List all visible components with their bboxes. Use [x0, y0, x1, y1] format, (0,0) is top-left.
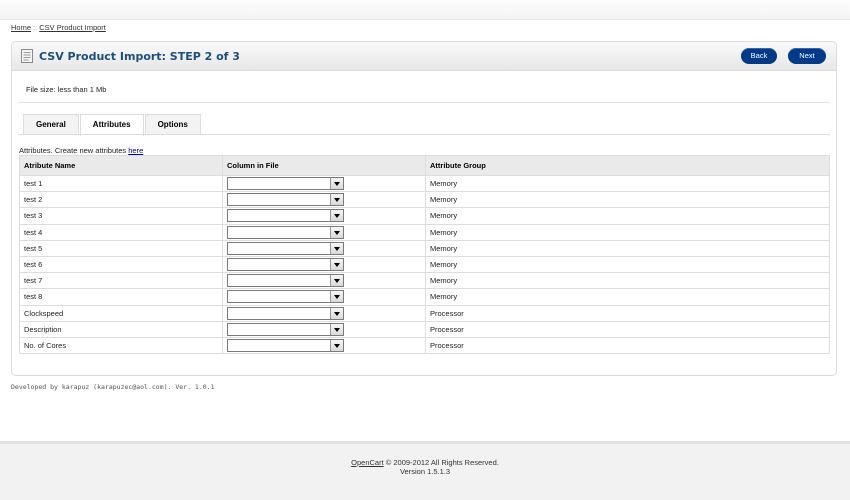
chevron-down-icon[interactable] [330, 259, 343, 271]
document-icon [21, 49, 33, 63]
attribute-name-cell: test 5 [19, 239, 223, 257]
column-select[interactable] [227, 209, 344, 223]
next-button[interactable]: Next [788, 48, 826, 64]
panel-heading: CSV Product Import: STEP 2 of 3 Back Nex… [12, 42, 836, 71]
attribute-name-cell: test 4 [19, 223, 223, 241]
table-row: No. of Cores Processor [19, 336, 830, 355]
attribute-name-cell: test 1 [19, 174, 223, 193]
attribute-name-cell: test 2 [19, 191, 223, 209]
tab-bar: General Attributes Options [23, 114, 202, 136]
breadcrumb-separator: :: [33, 23, 38, 32]
table-row: test 2 Memory [19, 191, 830, 209]
column-select-cell [222, 288, 426, 306]
attribute-group-cell: Memory [425, 272, 830, 290]
tab-options[interactable]: Options [144, 114, 201, 135]
create-attributes-link[interactable]: here [128, 146, 143, 155]
copyright-text: © 2009-2012 All Rights Reserved. [383, 458, 499, 467]
attribute-name-cell: Clockspeed [19, 304, 223, 322]
chevron-down-icon[interactable] [330, 194, 343, 206]
opencart-link[interactable]: OpenCart [351, 458, 384, 467]
header-attribute-group: Attribute Group [425, 155, 830, 176]
attribute-name-cell: No. of Cores [19, 336, 223, 355]
attribute-group-cell: Memory [425, 191, 830, 209]
column-select-cell [222, 207, 426, 225]
column-select-cell [222, 304, 426, 322]
column-select[interactable] [227, 193, 344, 207]
attribute-group-cell: Processor [425, 320, 830, 338]
attribute-group-cell: Memory [425, 174, 830, 193]
chevron-down-icon[interactable] [330, 178, 343, 190]
file-size-note: File size: less than 1 Mb [26, 85, 107, 94]
table-row: test 5 Memory [19, 239, 830, 257]
attribute-name-cell: test 3 [19, 207, 223, 225]
attributes-table-body: test 1 Memory test 2 Memory test 3 Memory test… [19, 174, 830, 355]
table-row: test 1 Memory [19, 174, 830, 193]
table-row: test 7 Memory [19, 272, 830, 290]
back-button[interactable]: Back [741, 48, 777, 64]
column-select[interactable] [227, 258, 344, 272]
column-select-cell [222, 336, 426, 355]
attributes-table: Atribute Name Column in File Attribute G… [19, 155, 830, 355]
column-select[interactable] [227, 322, 344, 336]
chevron-down-icon[interactable] [330, 242, 343, 254]
chevron-down-icon[interactable] [330, 226, 343, 238]
column-select-cell [222, 223, 426, 241]
column-select[interactable] [227, 274, 344, 288]
attributes-note: Attributes. Create new attributes here [19, 146, 143, 155]
header-attribute-name: Atribute Name [19, 155, 223, 176]
chevron-down-icon[interactable] [330, 323, 343, 335]
attribute-name-cell: test 8 [19, 288, 223, 306]
column-select[interactable] [227, 306, 344, 320]
table-header-row: Atribute Name Column in File Attribute G… [19, 155, 830, 176]
tab-general[interactable]: General [23, 114, 79, 135]
table-row: test 8 Memory [19, 288, 830, 306]
attribute-name-cell: Description [19, 320, 223, 338]
main-panel: CSV Product Import: STEP 2 of 3 Back Nex… [11, 41, 837, 376]
column-select-cell [222, 272, 426, 290]
table-row: test 3 Memory [19, 207, 830, 225]
footer: OpenCart © 2009-2012 All Rights Reserved… [0, 441, 850, 500]
chevron-down-icon[interactable] [330, 307, 343, 319]
attribute-group-cell: Processor [425, 336, 830, 355]
column-select[interactable] [227, 177, 344, 191]
table-row: test 4 Memory [19, 223, 830, 241]
chevron-down-icon[interactable] [330, 275, 343, 287]
column-select[interactable] [227, 290, 344, 304]
attribute-group-cell: Memory [425, 207, 830, 225]
page-title: CSV Product Import: STEP 2 of 3 [39, 50, 240, 63]
attribute-group-cell: Memory [425, 255, 830, 274]
breadcrumb-home-link[interactable]: Home [11, 23, 31, 32]
table-row: Description Processor [19, 320, 830, 338]
column-select-cell [222, 320, 426, 338]
attribute-group-cell: Memory [425, 223, 830, 241]
developer-credit: Developed by karapuz (karapuzec@aol.com)… [11, 383, 215, 391]
table-row: test 6 Memory [19, 255, 830, 274]
tab-attributes[interactable]: Attributes [79, 114, 144, 136]
tab-underline [18, 134, 830, 135]
chevron-down-icon[interactable] [330, 210, 343, 222]
attribute-group-cell: Processor [425, 304, 830, 322]
chevron-down-icon[interactable] [330, 291, 343, 303]
top-bar [0, 0, 850, 20]
attribute-name-cell: test 6 [19, 255, 223, 274]
chevron-down-icon[interactable] [330, 339, 343, 351]
breadcrumb: Home:: CSV Product Import [11, 23, 106, 32]
breadcrumb-current-link[interactable]: CSV Product Import [39, 23, 106, 32]
column-select-cell [222, 191, 426, 209]
attribute-group-cell: Memory [425, 288, 830, 306]
footer-version: Version 1.5.1.3 [399, 467, 451, 476]
footer-copyright: OpenCart © 2009-2012 All Rights Reserved… [0, 458, 850, 467]
header-column-in-file: Column in File [222, 155, 426, 176]
column-select-cell [222, 174, 426, 193]
attributes-note-text: Attributes. Create new attributes [19, 146, 127, 155]
divider [18, 102, 830, 103]
column-select[interactable] [227, 225, 344, 239]
attribute-name-cell: test 7 [19, 272, 223, 290]
column-select-cell [222, 255, 426, 274]
column-select[interactable] [227, 241, 344, 255]
attribute-group-cell: Memory [425, 239, 830, 257]
column-select[interactable] [227, 338, 344, 352]
table-row: Clockspeed Processor [19, 304, 830, 322]
column-select-cell [222, 239, 426, 257]
